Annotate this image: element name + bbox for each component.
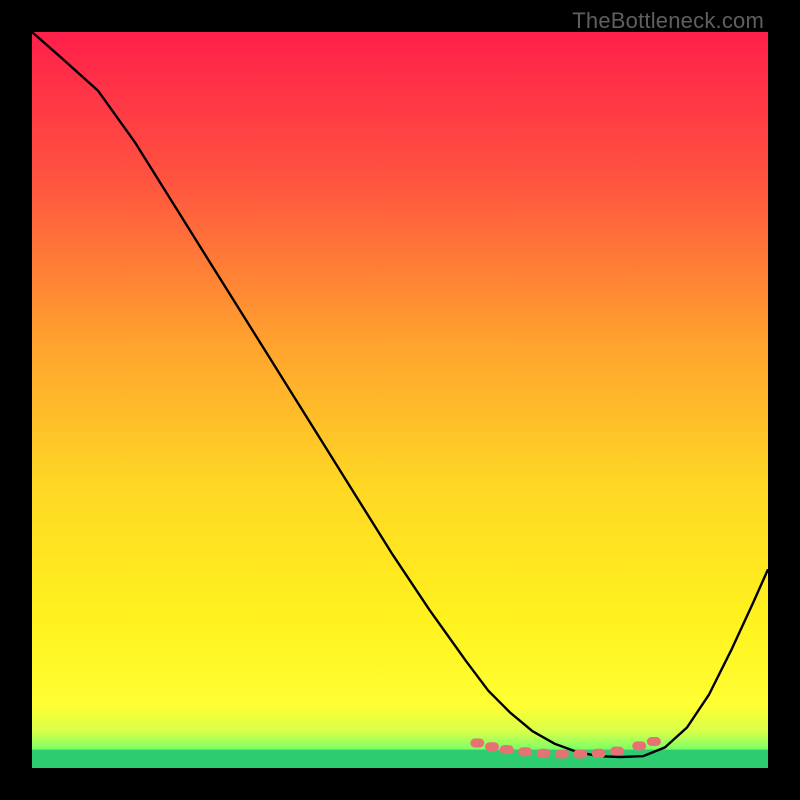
optimal-marker bbox=[647, 737, 661, 746]
watermark-text: TheBottleneck.com bbox=[572, 8, 764, 34]
optimal-marker bbox=[485, 742, 499, 751]
chart-frame: TheBottleneck.com bbox=[0, 0, 800, 800]
optimal-marker bbox=[500, 745, 514, 754]
bottleneck-chart bbox=[32, 32, 768, 768]
optimal-marker bbox=[573, 750, 587, 759]
optimal-marker bbox=[592, 749, 606, 758]
optimal-marker bbox=[518, 747, 532, 756]
optimal-marker bbox=[470, 739, 484, 748]
optimal-marker bbox=[610, 747, 624, 756]
gradient-background bbox=[32, 32, 768, 768]
optimal-marker bbox=[632, 741, 646, 750]
optimal-band bbox=[32, 750, 768, 768]
optimal-marker bbox=[555, 750, 569, 759]
optimal-marker bbox=[537, 749, 551, 758]
